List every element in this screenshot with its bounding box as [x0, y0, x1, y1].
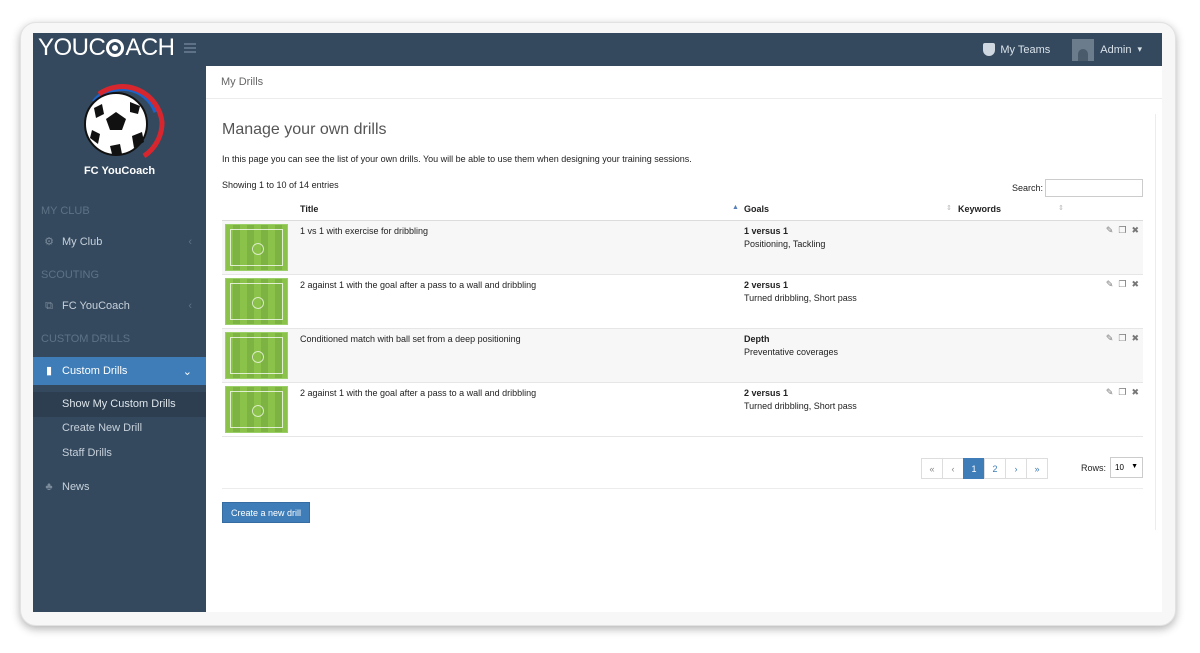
column-header-goals[interactable]: Goals	[744, 204, 769, 214]
breadcrumb: My Drills	[206, 66, 1162, 99]
delete-icon[interactable]: ✖	[1131, 225, 1139, 236]
binoculars-icon: ⧉	[45, 300, 53, 312]
sidebar-subitem-staff-drills[interactable]: Staff Drills	[33, 441, 206, 466]
drill-title[interactable]: 2 against 1 with the goal after a pass t…	[300, 280, 536, 290]
sidebar-subitem-show-my-drills[interactable]: Show My Custom Drills	[33, 392, 206, 417]
drill-goal: 1 versus 1	[744, 226, 789, 236]
user-avatar[interactable]	[1072, 38, 1095, 61]
first-page-button[interactable]: «	[921, 458, 943, 479]
sidebar-item-fc-youcoach[interactable]: ⧉ FC YouCoach ‹	[33, 292, 206, 320]
drill-thumbnail[interactable]	[225, 332, 288, 379]
delete-icon[interactable]: ✖	[1131, 333, 1139, 344]
drill-title[interactable]: 1 vs 1 with exercise for dribbling	[300, 226, 428, 236]
rows-per-page-select[interactable]: 10 ▼	[1110, 457, 1143, 478]
table-row[interactable]: 2 against 1 with the goal after a pass t…	[222, 275, 1143, 329]
edit-icon[interactable]: ✎	[1106, 225, 1114, 236]
copy-icon[interactable]: ❐	[1118, 333, 1126, 344]
drill-goal: 2 versus 1	[744, 280, 789, 290]
page-1-button[interactable]: 1	[963, 458, 985, 479]
create-drill-button[interactable]: Create a new drill	[222, 502, 310, 523]
page-title: Manage your own drills	[222, 121, 387, 138]
delete-icon[interactable]: ✖	[1131, 387, 1139, 398]
drill-title[interactable]: 2 against 1 with the goal after a pass t…	[300, 388, 536, 398]
sidebar: FC YouCoach MY CLUB ⚙ My Club ‹ SCOUTING…	[33, 66, 213, 612]
drill-goal: Depth	[744, 334, 770, 344]
edit-icon[interactable]: ✎	[1106, 279, 1114, 290]
sidebar-subitem-create-drill[interactable]: Create New Drill	[33, 416, 206, 441]
next-page-button[interactable]: ›	[1005, 458, 1027, 479]
sort-asc-icon[interactable]: ▲	[732, 204, 739, 211]
divider	[222, 488, 1143, 489]
copy-icon[interactable]: ❐	[1118, 279, 1126, 290]
pagination: « ‹ 1 2 › »	[921, 458, 1048, 479]
sidebar-item-custom-drills[interactable]: ▮ Custom Drills ⌄	[33, 357, 213, 385]
last-page-button[interactable]: »	[1026, 458, 1048, 479]
edit-icon[interactable]: ✎	[1106, 387, 1114, 398]
admin-menu[interactable]: Admin	[1100, 44, 1131, 56]
sidebar-item-news[interactable]: ♣ News	[33, 473, 206, 501]
drill-thumbnail[interactable]	[225, 278, 288, 325]
drill-goal-detail: Turned dribbling, Short pass	[744, 401, 857, 411]
chevron-down-icon[interactable]: ▾	[1137, 44, 1142, 55]
entries-info: Showing 1 to 10 of 14 entries	[222, 180, 339, 190]
chevron-down-icon: ⌄	[182, 365, 192, 378]
bell-icon: ♣	[45, 481, 53, 493]
section-scouting: SCOUTING	[41, 269, 100, 281]
table-row[interactable]: 2 against 1 with the goal after a pass t…	[222, 383, 1143, 437]
column-header-title[interactable]: Title	[300, 204, 318, 214]
drill-goal-detail: Turned dribbling, Short pass	[744, 293, 857, 303]
ball-icon	[106, 39, 125, 57]
sort-icon[interactable]: ⇕	[1058, 204, 1064, 212]
rows-label: Rows:	[1081, 463, 1107, 473]
prev-page-button[interactable]: ‹	[942, 458, 964, 479]
chevron-left-icon: ‹	[188, 236, 192, 248]
edit-icon[interactable]: ✎	[1106, 333, 1114, 344]
copy-icon[interactable]: ❐	[1118, 225, 1126, 236]
menu-toggle-icon[interactable]	[184, 43, 196, 53]
drill-title[interactable]: Conditioned match with ball set from a d…	[300, 334, 521, 344]
divider	[1155, 114, 1156, 530]
page-description: In this page you can see the list of you…	[222, 154, 692, 164]
caret-down-icon: ▼	[1131, 463, 1138, 470]
section-my-club: MY CLUB	[41, 205, 90, 217]
top-navbar: YOUC ACH My Teams Admin ▾	[33, 33, 1162, 66]
shield-icon	[983, 43, 996, 56]
table-row[interactable]: 1 vs 1 with exercise for dribbling 1 ver…	[222, 221, 1143, 275]
chevron-left-icon: ‹	[188, 300, 192, 312]
column-header-keywords[interactable]: Keywords	[958, 204, 1001, 214]
club-logo	[84, 84, 165, 159]
drill-goal-detail: Preventative coverages	[744, 347, 839, 357]
search-input[interactable]	[1045, 179, 1143, 197]
section-custom-drills: CUSTOM DRILLS	[41, 333, 131, 345]
app-logo[interactable]: YOUC ACH	[38, 33, 175, 66]
clipboard-icon: ▮	[45, 365, 53, 377]
copy-icon[interactable]: ❐	[1118, 387, 1126, 398]
sort-icon[interactable]: ⇕	[946, 204, 952, 212]
drill-goal-detail: Positioning, Tackling	[744, 239, 826, 249]
delete-icon[interactable]: ✖	[1131, 279, 1139, 290]
drill-goal: 2 versus 1	[744, 388, 789, 398]
table-row[interactable]: Conditioned match with ball set from a d…	[222, 329, 1143, 383]
page-2-button[interactable]: 2	[984, 458, 1006, 479]
gear-icon: ⚙	[44, 236, 54, 248]
my-teams-link[interactable]: My Teams	[1000, 44, 1050, 56]
drill-thumbnail[interactable]	[225, 386, 288, 433]
drill-thumbnail[interactable]	[225, 224, 288, 271]
sidebar-item-my-club[interactable]: ⚙ My Club ‹	[33, 228, 206, 256]
main-content: My Drills Manage your own drills In this…	[206, 66, 1162, 612]
search-label: Search:	[1012, 183, 1044, 193]
club-name: FC YouCoach	[83, 165, 156, 177]
